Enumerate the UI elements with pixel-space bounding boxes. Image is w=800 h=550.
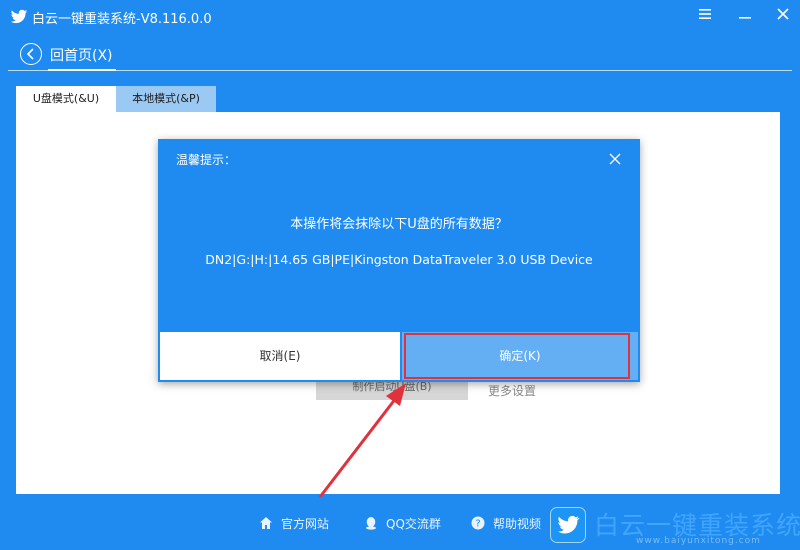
brand-watermark: 白云一键重装系统 www.baiyunxitong.com [550, 503, 800, 550]
help-icon: ? [471, 516, 485, 530]
footer-help-video-label: 帮助视频 [493, 517, 542, 531]
qq-icon [366, 517, 376, 530]
svg-text:?: ? [475, 519, 480, 530]
brand-bird-icon [550, 507, 586, 543]
footer-official-site-label: 官方网站 [281, 517, 330, 531]
footer-help-video[interactable]: ? 帮助视频 [471, 515, 541, 532]
footer-qq-group-label: QQ交流群 [386, 517, 441, 531]
brand-url: www.baiyunxitong.com [636, 536, 761, 546]
footer-official-site[interactable]: 官方网站 [259, 515, 329, 532]
home-icon [260, 517, 272, 529]
footer-qq-group[interactable]: QQ交流群 [364, 515, 441, 532]
annotation-arrow [318, 383, 406, 498]
